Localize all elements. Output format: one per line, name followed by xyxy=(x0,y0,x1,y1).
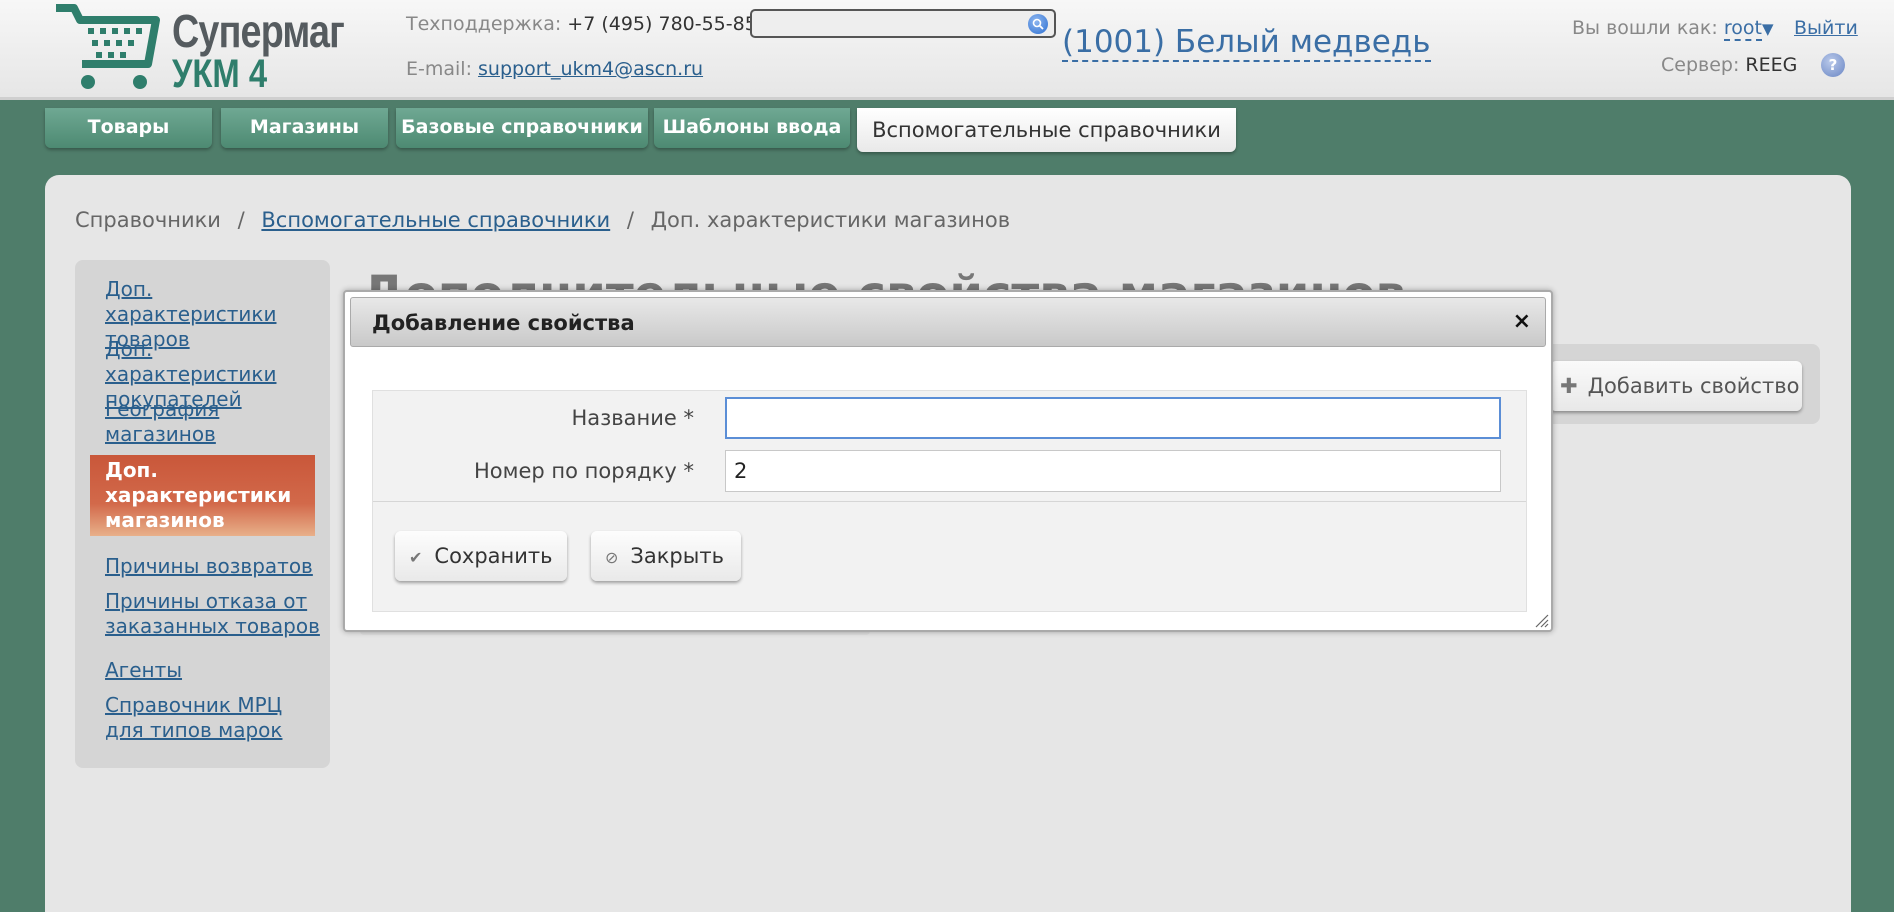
breadcrumb-parent-link[interactable]: Вспомогательные справочники xyxy=(261,208,610,232)
dialog-titlebar[interactable]: Добавление свойства × xyxy=(350,297,1546,347)
email-link[interactable]: support_ukm4@ascn.ru xyxy=(478,58,703,80)
cart-icon xyxy=(56,4,160,89)
tab-goods[interactable]: Товары xyxy=(45,108,212,148)
breadcrumb-current: Доп. характеристики магазинов xyxy=(650,208,1011,232)
close-icon[interactable]: × xyxy=(1513,309,1531,334)
breadcrumb-separator: / xyxy=(626,208,634,232)
tab-base-directories[interactable]: Базовые справочники xyxy=(396,108,648,148)
breadcrumb-separator: / xyxy=(237,208,245,232)
close-button-label: Закрыть xyxy=(630,544,724,568)
tab-stores[interactable]: Магазины xyxy=(221,108,388,148)
user-menu[interactable]: root xyxy=(1723,17,1762,41)
login-info: Вы вошли как: root▼ xyxy=(1572,17,1774,41)
sidebar-item-return-reasons[interactable]: Причины возвратов xyxy=(105,554,320,579)
sidebar-item-store-geography[interactable]: География магазинов xyxy=(105,397,320,447)
chevron-down-icon[interactable]: ▼ xyxy=(1762,20,1774,38)
add-property-button[interactable]: ✚ Добавить свойство xyxy=(1550,361,1802,411)
add-property-dialog: Добавление свойства × Название * Номер п… xyxy=(343,290,1553,632)
search-icon[interactable] xyxy=(1028,14,1048,34)
logo[interactable]: Супермаг УКМ 4 xyxy=(52,2,352,96)
form-row-order: Номер по порядку * xyxy=(373,444,1526,498)
resize-handle-icon[interactable] xyxy=(1533,612,1549,628)
dialog-title: Добавление свойства xyxy=(372,311,635,335)
support-email: E-mail: support_ukm4@ascn.ru xyxy=(406,58,703,80)
sidebar-item-refusal-reasons[interactable]: Причины отказа от заказанных товаров xyxy=(105,589,320,639)
add-property-label: Добавить свойство xyxy=(1587,374,1800,398)
search-input[interactable] xyxy=(750,9,1056,38)
server-info: Сервер: REEG xyxy=(1661,54,1797,76)
name-field[interactable] xyxy=(725,397,1501,439)
save-button[interactable]: ✔ Сохранить xyxy=(395,531,567,581)
logout-link[interactable]: Выйти xyxy=(1794,17,1858,39)
sidebar: Доп. характеристики товаров Доп. характе… xyxy=(75,260,330,768)
support-phone-number: +7 (495) 780-55-85 xyxy=(567,13,757,35)
logo-title: Супермаг xyxy=(172,5,345,57)
help-icon[interactable]: ? xyxy=(1821,53,1845,77)
close-button[interactable]: ⊘ Закрыть xyxy=(591,531,741,581)
logo-subtitle: УКМ 4 xyxy=(172,52,268,96)
store-selector[interactable]: (1001) Белый медведь xyxy=(1062,24,1431,62)
support-label: Техподдержка: xyxy=(406,13,562,35)
header: Супермаг УКМ 4 Техподдержка: +7 (495) 78… xyxy=(0,0,1894,100)
sidebar-item-mrp-directory[interactable]: Справочник МРЦ для типов марок xyxy=(105,693,320,743)
dialog-form: Название * Номер по порядку * ✔ Сохранить… xyxy=(372,390,1527,612)
checkmark-icon: ✔ xyxy=(409,548,423,567)
save-button-label: Сохранить xyxy=(434,544,553,568)
plus-icon: ✚ xyxy=(1560,374,1578,398)
breadcrumb: Справочники / Вспомогательные справочник… xyxy=(75,208,1010,232)
support-phone: Техподдержка: +7 (495) 780-55-85 xyxy=(406,13,757,35)
sidebar-item-store-characteristics[interactable]: Доп. характеристики магазинов xyxy=(90,455,315,536)
tab-input-templates[interactable]: Шаблоны ввода xyxy=(654,108,850,148)
order-number-field[interactable] xyxy=(725,450,1501,492)
sidebar-item-agents[interactable]: Агенты xyxy=(105,658,320,683)
tab-auxiliary-directories[interactable]: Вспомогательные справочники xyxy=(857,108,1236,152)
server-label: Сервер: xyxy=(1661,54,1740,76)
cancel-icon: ⊘ xyxy=(605,548,619,567)
breadcrumb-root: Справочники xyxy=(75,208,221,232)
login-label: Вы вошли как: xyxy=(1572,17,1718,39)
form-divider xyxy=(373,501,1526,502)
order-field-label: Номер по порядку * xyxy=(473,459,694,483)
name-field-label: Название * xyxy=(571,406,694,430)
server-name: REEG xyxy=(1745,54,1798,76)
email-label: E-mail: xyxy=(406,58,472,80)
form-row-name: Название * xyxy=(373,391,1526,445)
